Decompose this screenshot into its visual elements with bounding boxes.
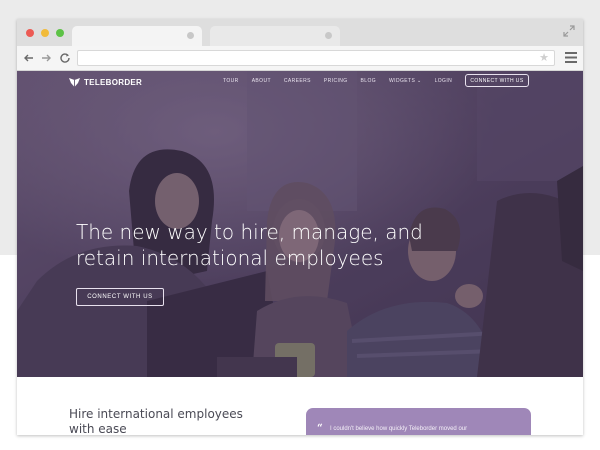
minimize-window-button[interactable] <box>41 29 49 37</box>
teleborder-logo[interactable]: TELEBORDER <box>69 76 142 88</box>
browser-tab-active[interactable] <box>72 26 202 46</box>
browser-tab[interactable] <box>210 26 340 46</box>
site-navbar: TELEBORDER TOUR ABOUT CAREERS PRICING BL… <box>17 71 583 93</box>
nav-connect-button[interactable]: CONNECT WITH US <box>465 74 529 87</box>
hero-section: TELEBORDER TOUR ABOUT CAREERS PRICING BL… <box>17 71 583 377</box>
nav-link-pricing[interactable]: PRICING <box>324 78 348 84</box>
nav-link-about[interactable]: ABOUT <box>252 78 271 84</box>
tab-close-icon[interactable] <box>187 32 194 39</box>
quote-mark-icon: “ <box>317 423 323 434</box>
hero-headline-line-2: retain international employees <box>76 246 384 270</box>
forward-arrow-icon[interactable] <box>39 51 53 65</box>
features-heading-line-2: with ease <box>69 422 127 435</box>
tab-close-icon[interactable] <box>325 32 332 39</box>
hero-headline: The new way to hire, manage, and retain … <box>76 219 436 271</box>
browser-toolbar: ★ <box>17 46 583 71</box>
nav-link-blog[interactable]: BLOG <box>361 78 377 84</box>
nav-link-careers[interactable]: CAREERS <box>284 78 311 84</box>
logo-text: TELEBORDER <box>84 77 143 87</box>
testimonial-text: I couldn't believe how quickly Teleborde… <box>330 426 468 432</box>
features-section: Hire international employees with ease “… <box>17 377 583 435</box>
nav-link-tour[interactable]: TOUR <box>223 78 239 84</box>
close-window-button[interactable] <box>26 29 34 37</box>
features-heading-line-1: Hire international employees <box>69 407 243 421</box>
hero-headline-line-1: The new way to hire, manage, and <box>76 220 423 244</box>
main-nav: TOUR ABOUT CAREERS PRICING BLOG WIDGETS … <box>223 78 452 84</box>
reload-icon[interactable] <box>58 51 72 65</box>
hamburger-menu-icon[interactable] <box>565 52 577 63</box>
teleborder-logo-icon <box>69 77 80 87</box>
maximize-window-button[interactable] <box>56 29 64 37</box>
hero-connect-button[interactable]: CONNECT WITH US <box>76 288 164 306</box>
nav-link-widgets-dropdown[interactable]: WIDGETS ⌄ <box>389 78 422 84</box>
browser-titlebar <box>17 19 583 46</box>
address-bar[interactable]: ★ <box>77 50 555 66</box>
fullscreen-expand-icon[interactable] <box>562 24 576 38</box>
testimonial-card: “ I couldn't believe how quickly Telebor… <box>306 408 531 435</box>
nav-link-login[interactable]: LOGIN <box>435 78 453 84</box>
bookmark-star-icon[interactable]: ★ <box>539 52 549 65</box>
back-arrow-icon[interactable] <box>22 51 36 65</box>
browser-window: ★ TELEBORDER TOUR ABOUT CAREERS PRICING … <box>17 19 583 435</box>
features-heading: Hire international employees with ease <box>69 407 249 435</box>
